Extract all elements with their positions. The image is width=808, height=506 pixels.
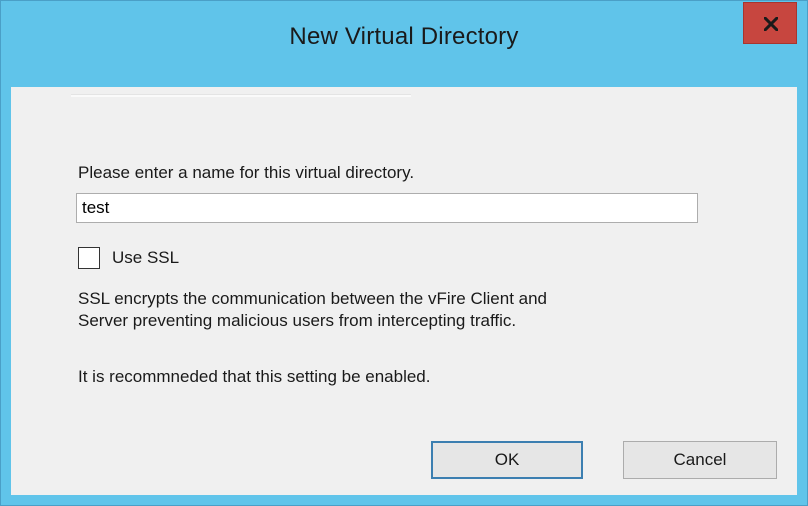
dialog-window: New Virtual Directory Please enter a nam… (0, 0, 808, 506)
directory-name-input[interactable] (76, 193, 698, 223)
close-icon (764, 17, 778, 31)
dialog-body: Please enter a name for this virtual dir… (11, 87, 797, 495)
use-ssl-label[interactable]: Use SSL (112, 248, 179, 268)
dialog-title: New Virtual Directory (289, 23, 519, 50)
use-ssl-checkbox[interactable] (78, 247, 100, 269)
title-bar[interactable]: New Virtual Directory (1, 1, 807, 87)
ssl-description-line2: Server preventing malicious users from i… (78, 311, 517, 330)
divider (71, 94, 411, 97)
close-button[interactable] (743, 2, 797, 44)
cancel-button[interactable]: Cancel (623, 441, 777, 479)
ssl-recommendation: It is recommneded that this setting be e… (78, 367, 431, 386)
ok-button[interactable]: OK (431, 441, 583, 479)
name-prompt-label: Please enter a name for this virtual dir… (78, 163, 415, 182)
ssl-description-line1: SSL encrypts the communication between t… (78, 289, 548, 308)
